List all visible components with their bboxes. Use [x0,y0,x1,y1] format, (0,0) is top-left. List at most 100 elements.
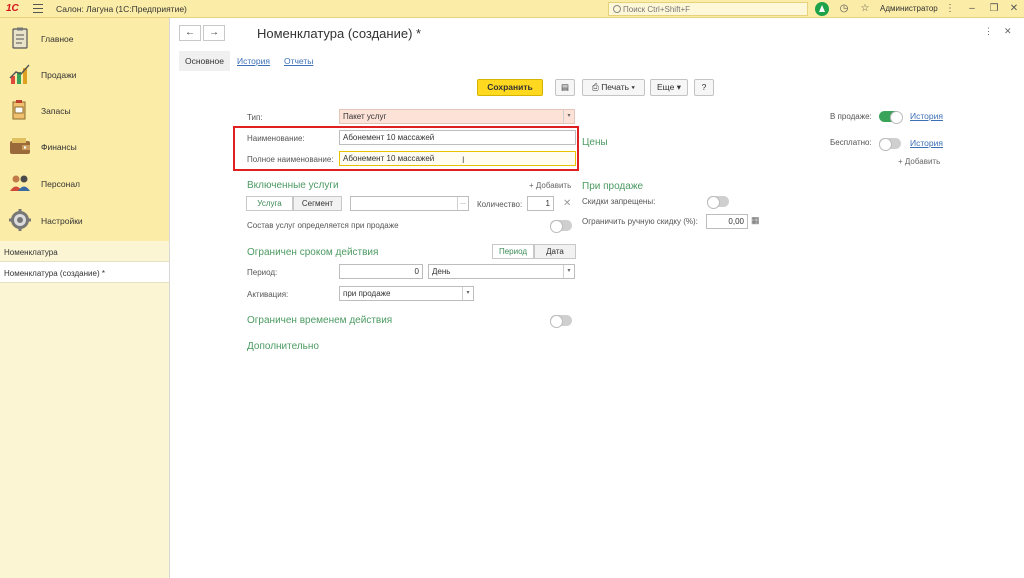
section-label: Запасы [41,106,71,116]
manual-discount-field[interactable]: 0,00 [706,214,748,229]
title-bar: 1С Салон: Лагуна (1С:Предприятие) ◷ ☆ Ад… [0,0,1024,18]
period-field[interactable]: 0 [339,264,423,279]
chevron-down-icon[interactable]: ▾ [462,287,473,300]
forward-button[interactable]: → [203,25,225,41]
section-settings[interactable]: Настройки [0,202,169,238]
add-price-link[interactable]: + Добавить [898,157,940,166]
period-unit-select[interactable]: День ▾ [428,264,575,279]
clipboard-icon [12,27,28,49]
form-more-icon[interactable]: ⋮ [984,26,993,37]
section-finance[interactable]: Финансы [0,128,169,164]
tab-reports[interactable]: Отчеты [284,51,313,71]
help-button[interactable]: ? [694,79,714,96]
close-icon[interactable]: ✕ [1008,3,1020,15]
more-button[interactable]: Еще ▾ [650,79,688,96]
discounts-toggle[interactable] [707,196,729,209]
section-staff[interactable]: Персонал [0,165,169,201]
calculator-icon[interactable]: ▦ [751,215,760,226]
search-icon [613,5,621,13]
section-panel: Главное Продажи Запасы Финансы Персонал … [0,18,169,241]
in-sale-label: В продаже: [830,112,872,121]
section-sales[interactable]: Продажи [0,56,169,92]
type-select[interactable]: Пакет услуг ▾ [339,109,575,124]
gear-icon [9,209,31,231]
composition-label: Состав услуг определяется при продаже [247,221,399,230]
global-search[interactable] [608,2,808,16]
more-icon[interactable]: ⋮ [944,3,956,15]
section-label: Настройки [41,216,83,226]
form-title: Номенклатура (создание) * [257,26,422,41]
minimize-icon[interactable]: – [966,3,978,15]
more-label: Еще [657,82,675,92]
service-select[interactable]: … [350,196,469,211]
in-sale-toggle[interactable] [879,111,903,124]
chevron-down-icon: ▾ [631,82,635,92]
open-window-item[interactable]: Номенклатура [0,241,169,262]
add-service-link[interactable]: + Добавить [529,181,571,190]
document-icon: ▤ [560,82,570,92]
favorites-star-icon[interactable]: ☆ [859,3,871,15]
tab-main[interactable]: Основное [179,51,230,71]
clear-icon[interactable]: ✕ [563,198,571,209]
activation-select[interactable]: при продаже ▾ [339,286,474,301]
tab-history[interactable]: История [237,51,270,71]
quantity-field[interactable]: 1 [527,196,554,211]
open-windows-list: Номенклатура Номенклатура (создание) * [0,241,169,283]
app-title: Салон: Лагуна (1С:Предприятие) [56,4,187,14]
menu-icon[interactable] [33,4,43,13]
on-sale-header: При продаже [582,181,644,192]
time-limit-header: Ограничен временем действия [247,315,393,326]
ellipsis-icon[interactable]: … [457,197,468,210]
box-icon [12,100,26,120]
form-area: ← → Номенклатура (создание) * ⋮ ✕ Основн… [171,18,1024,578]
notification-icon[interactable] [815,2,829,16]
user-name[interactable]: Администратор [880,4,938,13]
prices-header[interactable]: Цены [582,137,608,148]
time-limit-toggle[interactable] [550,315,572,328]
highlight-box [233,126,579,171]
type-label: Тип: [247,113,263,122]
1c-logo: 1С [6,3,19,14]
chevron-down-icon: ▾ [676,82,681,92]
seg-date[interactable]: Дата [534,244,576,259]
print-button[interactable]: ⎙ Печать ▾ [582,79,645,96]
sidebar: Главное Продажи Запасы Финансы Персонал … [0,18,170,578]
chevron-down-icon[interactable]: ▾ [563,110,574,123]
free-label: Бесплатно: [830,138,872,147]
search-input[interactable] [623,4,803,15]
people-icon [10,175,30,191]
chart-icon [9,64,30,84]
section-label: Главное [41,34,74,44]
activation-value: при продаже [343,289,391,298]
section-label: Персонал [41,179,81,189]
manual-discount-label: Ограничить ручную скидку (%): [582,217,698,226]
type-value: Пакет услуг [343,112,387,121]
in-sale-history-link[interactable]: История [910,111,943,121]
seg-segment[interactable]: Сегмент [293,196,342,211]
quantity-label: Количество: [477,200,523,209]
included-services-header[interactable]: Включенные услуги [247,180,339,191]
section-label: Продажи [41,70,77,80]
additional-header[interactable]: Дополнительно [247,341,319,352]
section-stock[interactable]: Запасы [0,92,169,128]
history-icon[interactable]: ◷ [838,3,850,15]
period-label: Период: [247,268,278,277]
free-toggle[interactable] [879,138,901,151]
copy-button[interactable]: ▤ [555,79,575,96]
composition-toggle[interactable] [550,220,572,233]
discounts-label: Скидки запрещены: [582,197,656,206]
section-main[interactable]: Главное [0,20,169,56]
print-label: Печать [601,82,630,92]
open-window-item-active[interactable]: Номенклатура (создание) * [0,262,169,283]
chevron-down-icon[interactable]: ▾ [563,265,574,278]
save-button[interactable]: Сохранить [477,79,543,96]
section-label: Финансы [41,142,77,152]
back-button[interactable]: ← [179,25,201,41]
free-history-link[interactable]: История [910,138,943,148]
activation-label: Активация: [247,290,289,299]
maximize-icon[interactable]: ❐ [988,3,1000,15]
seg-service[interactable]: Услуга [246,196,293,211]
seg-period[interactable]: Период [492,244,534,259]
form-close-icon[interactable]: ✕ [1004,26,1012,37]
printer-icon: ⎙ [592,82,599,92]
